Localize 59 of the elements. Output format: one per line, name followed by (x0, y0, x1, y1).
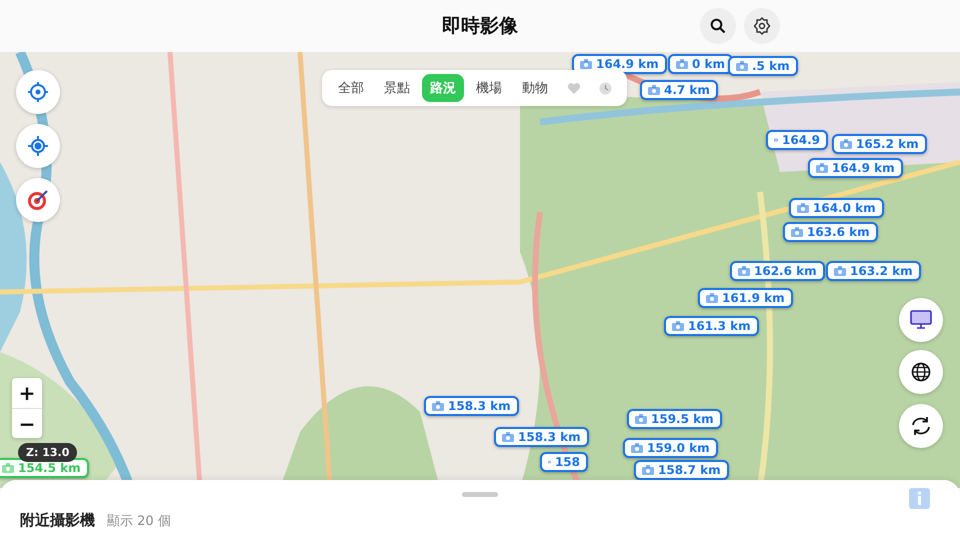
distance-marker[interactable]: 165.2 km (832, 134, 927, 154)
camera-icon (635, 414, 647, 424)
camera-icon (840, 139, 852, 149)
distance-marker[interactable]: 158.7 km (634, 460, 729, 480)
distance-marker[interactable]: 164.9 (766, 130, 828, 150)
target-icon (26, 188, 50, 212)
crosshair-icon (27, 135, 49, 157)
camera-icon (672, 321, 684, 331)
camera-icon (738, 266, 750, 276)
camera-icon (791, 227, 803, 237)
distance-marker[interactable]: 163.6 km (783, 222, 878, 242)
category-tab[interactable]: 全部 (330, 74, 372, 102)
distance-marker[interactable]: 158 (540, 452, 588, 472)
camera-icon (580, 59, 592, 69)
camera-icon (2, 463, 14, 473)
category-tab[interactable]: 機場 (468, 74, 510, 102)
section-title: 附近攝影機 (20, 511, 95, 530)
camera-icon (834, 266, 846, 276)
monitor-icon (910, 310, 932, 330)
settings-icon (753, 17, 771, 35)
search-button[interactable] (700, 8, 736, 44)
refresh-icon (910, 416, 932, 436)
category-tab[interactable]: 動物 (514, 74, 556, 102)
camera-icon (797, 203, 809, 213)
search-icon (710, 18, 726, 34)
distance-marker[interactable]: 4.7 km (640, 80, 718, 100)
distance-marker[interactable]: 158.3 km (494, 427, 589, 447)
distance-marker[interactable]: 161.9 km (698, 288, 793, 308)
distance-marker[interactable]: 158.3 km (424, 396, 519, 416)
camera-icon (706, 293, 718, 303)
camera-icon (642, 465, 654, 475)
distance-marker[interactable]: 164.9 km (808, 158, 903, 178)
camera-icon (816, 163, 828, 173)
zoom-in-button[interactable]: + (12, 378, 42, 408)
camera-count: 顯示 20 個 (107, 513, 171, 530)
distance-marker[interactable]: 162.6 km (730, 261, 825, 281)
zoom-out-button[interactable]: − (12, 408, 42, 438)
clock-icon (599, 82, 612, 94)
heart-icon (567, 82, 581, 94)
settings-button[interactable] (744, 8, 780, 44)
category-tab[interactable]: 景點 (376, 74, 418, 102)
camera-icon (736, 61, 748, 71)
camera-icon (502, 432, 514, 442)
camera-icon (648, 85, 660, 95)
crosshair-icon (27, 81, 49, 103)
drag-handle[interactable] (462, 492, 498, 497)
distance-marker[interactable]: 0 km (668, 54, 734, 74)
camera-icon (432, 401, 444, 411)
distance-marker[interactable]: 161.3 km (664, 316, 759, 336)
distance-marker[interactable]: 164.0 km (789, 198, 884, 218)
distance-marker[interactable]: 159.5 km (627, 409, 722, 429)
zoom-level-badge: Z: 13.0 (18, 443, 78, 462)
distance-marker[interactable]: 159.0 km (623, 438, 718, 458)
distance-marker[interactable]: 163.2 km (826, 261, 921, 281)
camera-icon (631, 443, 643, 453)
distance-marker[interactable]: .5 km (728, 56, 798, 76)
globe-icon (911, 362, 931, 382)
window-title: 即時影像 (442, 14, 518, 39)
camera-icon (676, 59, 688, 69)
